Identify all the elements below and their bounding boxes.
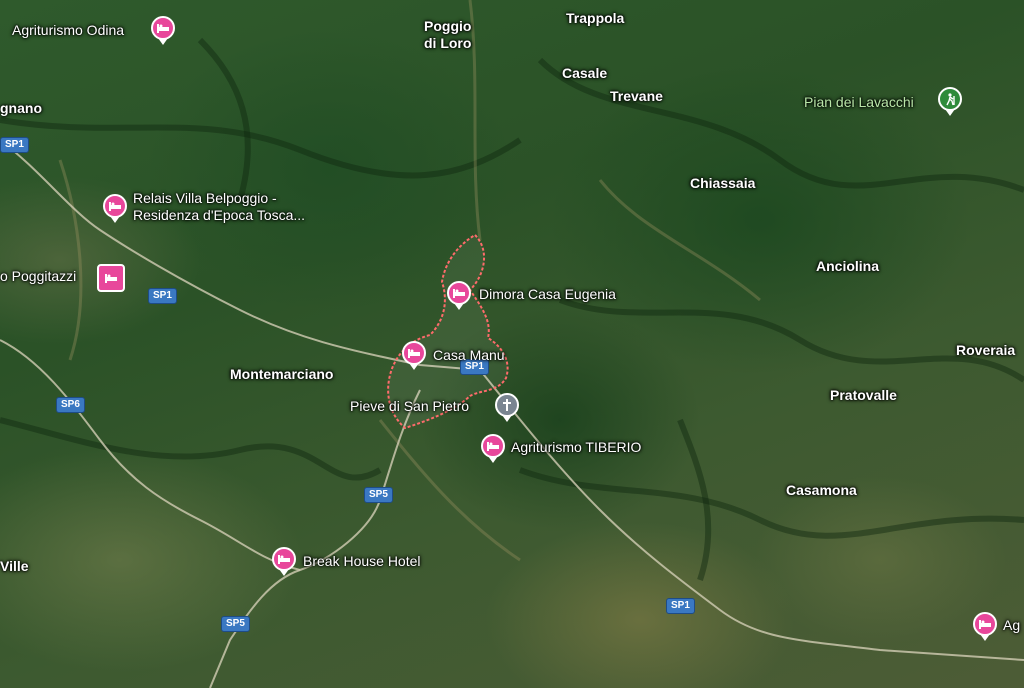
place-label-line: Poggio	[424, 18, 472, 34]
poi-label-line: Residenza d'Epoca Tosca...	[133, 207, 306, 223]
bed-icon	[157, 24, 169, 33]
ridges	[0, 37, 1024, 581]
church-pin-pieve-di-san-pietro[interactable]	[495, 393, 519, 417]
hotel-pin-casa-manu[interactable]	[402, 341, 426, 365]
valleys	[58, 0, 761, 562]
place-label-line: di Loro	[424, 35, 472, 51]
satellite-map[interactable]: SP1 SP1 SP1 SP1 SP5 SP5 SP6 Poggio di Lo…	[0, 0, 1024, 688]
place-label-casale[interactable]: Casale	[562, 65, 607, 82]
cross-icon	[503, 399, 511, 411]
poi-label-edge[interactable]: Ag	[1003, 617, 1020, 634]
poi-label-relais-villa-belpoggio[interactable]: Relais Villa Belpoggio - Residenza d'Epo…	[133, 190, 305, 224]
place-label-trappola[interactable]: Trappola	[566, 10, 624, 27]
poi-label-agriturismo-odina[interactable]: Agriturismo Odina	[12, 22, 124, 39]
poi-label-pieve-di-san-pietro[interactable]: Pieve di San Pietro	[350, 398, 469, 415]
place-label-anciolina[interactable]: Anciolina	[816, 258, 879, 275]
hotel-pin-agriturismo-tiberio[interactable]	[481, 434, 505, 458]
hotel-pin-relais-villa-belpoggio[interactable]	[103, 194, 127, 218]
poi-label-line: Relais Villa Belpoggio -	[133, 190, 277, 206]
place-label-poggio-di-loro[interactable]: Poggio di Loro	[424, 18, 471, 52]
poi-label-poggitazzi[interactable]: o Poggitazzi	[0, 268, 76, 285]
road-shield-sp1: SP1	[0, 137, 29, 153]
hiker-icon	[946, 93, 955, 106]
hotel-pin-poggitazzi[interactable]	[97, 264, 125, 292]
road-shield-sp1: SP1	[666, 598, 695, 614]
road-shield-sp6: SP6	[56, 397, 85, 413]
place-label-roveraia[interactable]: Roveraia	[956, 342, 1015, 359]
poi-label-break-house-hotel[interactable]: Break House Hotel	[303, 553, 421, 570]
hotel-pin-dimora-casa-eugenia[interactable]	[447, 281, 471, 305]
bed-icon	[105, 274, 117, 283]
road-shield-sp5: SP5	[364, 487, 393, 503]
bed-icon	[453, 289, 465, 298]
place-label-pratovalle[interactable]: Pratovalle	[830, 387, 897, 404]
poi-label-dimora-casa-eugenia[interactable]: Dimora Casa Eugenia	[479, 286, 616, 303]
place-label-ville[interactable]: Ville	[0, 558, 29, 575]
road-shield-sp5: SP5	[221, 616, 250, 632]
hotel-pin-break-house-hotel[interactable]	[272, 547, 296, 571]
bed-icon	[408, 349, 420, 358]
place-label-chiassaia[interactable]: Chiassaia	[690, 175, 755, 192]
poi-label-pian-dei-lavacchi[interactable]: Pian dei Lavacchi	[804, 94, 914, 111]
place-label-trevane[interactable]: Trevane	[610, 88, 663, 105]
road-shield-sp1: SP1	[148, 288, 177, 304]
hotel-pin-agriturismo-odina[interactable]	[151, 16, 175, 40]
bed-icon	[109, 202, 121, 211]
bed-icon	[278, 555, 290, 564]
poi-label-casa-manu[interactable]: Casa Manu	[433, 347, 505, 364]
park-pin-pian-dei-lavacchi[interactable]	[938, 87, 962, 111]
bed-icon	[487, 442, 499, 451]
place-label-casamona[interactable]: Casamona	[786, 482, 857, 499]
poi-label-agriturismo-tiberio[interactable]: Agriturismo TIBERIO	[511, 439, 641, 456]
place-label-gnano[interactable]: gnano	[0, 100, 42, 117]
hotel-pin-edge[interactable]	[973, 612, 997, 636]
bed-icon	[979, 620, 991, 629]
place-label-montemarciano[interactable]: Montemarciano	[230, 366, 333, 383]
